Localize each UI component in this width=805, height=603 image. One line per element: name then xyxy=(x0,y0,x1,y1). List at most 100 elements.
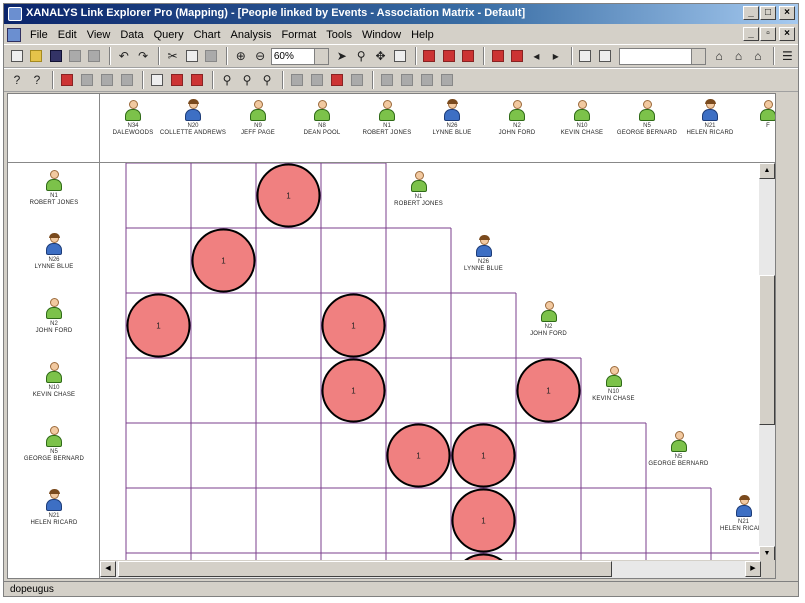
row-header-person[interactable]: N26 LYNNE BLUE xyxy=(19,233,89,271)
properties-button[interactable] xyxy=(66,47,83,65)
analysis-button-3[interactable] xyxy=(328,71,346,89)
analysis-button-4[interactable] xyxy=(348,71,366,89)
zoom-box-button[interactable] xyxy=(391,47,408,65)
vertical-scrollbar[interactable]: ▲ ▼ xyxy=(759,163,775,562)
diagonal-person[interactable]: N26 LYNNE BLUE xyxy=(449,235,519,273)
menu-analysis[interactable]: Analysis xyxy=(225,29,276,41)
document-icon[interactable] xyxy=(7,27,21,42)
column-header-person[interactable]: N1 ROBERT JONES xyxy=(352,100,422,137)
link-circle[interactable]: 1 xyxy=(516,358,581,423)
link-circle[interactable]: 1 xyxy=(191,228,256,293)
zoom-out-button[interactable]: ⊖ xyxy=(251,47,268,65)
format-button-3[interactable] xyxy=(188,71,206,89)
analysis-button-2[interactable] xyxy=(308,71,326,89)
link-circle[interactable]: 1 xyxy=(386,423,451,488)
column-header-person[interactable]: N20 COLLETTE ANDREWS xyxy=(158,99,228,137)
copy-button[interactable] xyxy=(183,47,200,65)
column-header-person[interactable]: F xyxy=(733,100,775,130)
matrix-button-2[interactable] xyxy=(508,47,525,65)
help-button[interactable]: ? xyxy=(8,71,26,89)
hierarchy-button-3[interactable]: ⌂ xyxy=(749,47,766,65)
horizontal-scrollbar[interactable]: ◀ ▶ xyxy=(100,560,775,578)
horizontal-scroll-thumb[interactable] xyxy=(118,561,612,577)
row-header-person[interactable]: N21 HELEN RICARD xyxy=(19,489,89,527)
link-circle[interactable]: 1 xyxy=(321,358,386,423)
query-button-1[interactable]: ⚲ xyxy=(218,71,236,89)
view-select[interactable] xyxy=(619,47,707,65)
undo-button[interactable]: ↶ xyxy=(115,47,132,65)
zoom-in-button[interactable]: ⊕ xyxy=(232,47,249,65)
menu-format[interactable]: Format xyxy=(276,29,321,41)
scroll-left-button[interactable]: ◀ xyxy=(100,561,116,577)
column-header-person[interactable]: N8 DEAN POOL xyxy=(287,100,357,137)
chart-button-2[interactable] xyxy=(78,71,96,89)
column-header-person[interactable]: N9 JEFF PAGE xyxy=(223,100,293,137)
column-header-person[interactable]: N26 LYNNE BLUE xyxy=(417,99,487,137)
context-help-button[interactable]: ? xyxy=(28,71,46,89)
menu-window[interactable]: Window xyxy=(357,29,406,41)
format-button-2[interactable] xyxy=(168,71,186,89)
timeline-button-1[interactable] xyxy=(378,71,396,89)
column-header-person[interactable]: N10 KEVIN CHASE xyxy=(547,100,617,137)
close-button[interactable]: × xyxy=(779,6,795,20)
refresh-button[interactable] xyxy=(577,47,594,65)
list-button[interactable]: ☰ xyxy=(779,47,796,65)
zoom-select[interactable]: 60% xyxy=(270,47,330,65)
cut-button[interactable]: ✂ xyxy=(164,47,181,65)
row-header-person[interactable]: N10 KEVIN CHASE xyxy=(19,362,89,399)
row-header-person[interactable]: N1 ROBERT JONES xyxy=(19,170,89,207)
doc-restore-button[interactable]: ▫ xyxy=(760,27,776,41)
query-button-3[interactable]: ⚲ xyxy=(258,71,276,89)
diagonal-person[interactable]: N10 KEVIN CHASE xyxy=(579,366,649,403)
row-header-person[interactable]: N2 JOHN FORD xyxy=(19,298,89,335)
save-button[interactable] xyxy=(47,47,64,65)
layout-button-1[interactable] xyxy=(421,47,438,65)
menu-help[interactable]: Help xyxy=(406,29,439,41)
column-header-person[interactable]: N5 GEORGE BERNARD xyxy=(612,100,682,137)
maximize-button[interactable]: □ xyxy=(760,6,776,20)
scroll-right-button[interactable]: ▶ xyxy=(745,561,761,577)
column-header-person[interactable]: N2 JOHN FORD xyxy=(482,100,552,137)
menu-tools[interactable]: Tools xyxy=(321,29,357,41)
menu-data[interactable]: Data xyxy=(115,29,148,41)
forward-button[interactable]: ▸ xyxy=(547,47,564,65)
chart-button-3[interactable] xyxy=(98,71,116,89)
select-tool-button[interactable]: ➤ xyxy=(333,47,350,65)
pan-tool-button[interactable]: ✥ xyxy=(372,47,389,65)
analysis-button-1[interactable] xyxy=(288,71,306,89)
layout-button-2[interactable] xyxy=(440,47,457,65)
print-button[interactable] xyxy=(86,47,103,65)
timeline-button-2[interactable] xyxy=(398,71,416,89)
doc-minimize-button[interactable]: _ xyxy=(743,27,759,41)
open-button[interactable] xyxy=(27,47,44,65)
doc-close-button[interactable]: × xyxy=(779,27,795,41)
layout-button-3[interactable] xyxy=(459,47,476,65)
menu-view[interactable]: View xyxy=(82,29,116,41)
screen-button[interactable] xyxy=(596,47,613,65)
link-circle[interactable]: 1 xyxy=(256,163,321,228)
menu-edit[interactable]: Edit xyxy=(53,29,82,41)
menu-query[interactable]: Query xyxy=(149,29,189,41)
title-bar[interactable]: XANALYS Link Explorer Pro (Mapping) - [P… xyxy=(4,4,798,24)
link-circle[interactable]: 1 xyxy=(451,488,516,553)
link-circle[interactable]: 1 xyxy=(126,293,191,358)
diagonal-person[interactable]: N5 GEORGE BERNARD xyxy=(644,431,714,468)
minimize-button[interactable]: _ xyxy=(743,6,759,20)
row-header-person[interactable]: N5 GEORGE BERNARD xyxy=(19,426,89,463)
diagonal-person[interactable]: N2 JOHN FORD xyxy=(514,301,584,338)
hierarchy-button-2[interactable]: ⌂ xyxy=(730,47,747,65)
vertical-scroll-thumb[interactable] xyxy=(759,275,775,425)
format-button-1[interactable] xyxy=(148,71,166,89)
menu-chart[interactable]: Chart xyxy=(189,29,226,41)
chart-button-4[interactable] xyxy=(118,71,136,89)
menu-file[interactable]: File xyxy=(25,29,53,41)
scroll-up-button[interactable]: ▲ xyxy=(759,163,775,179)
hierarchy-button-1[interactable]: ⌂ xyxy=(710,47,727,65)
paste-button[interactable] xyxy=(203,47,220,65)
diagonal-person[interactable]: N1 ROBERT JONES xyxy=(384,171,454,208)
matrix-button-1[interactable] xyxy=(489,47,506,65)
query-button-2[interactable]: ⚲ xyxy=(238,71,256,89)
new-button[interactable] xyxy=(8,47,25,65)
chart-button-1[interactable] xyxy=(58,71,76,89)
link-circle[interactable]: 1 xyxy=(451,423,516,488)
